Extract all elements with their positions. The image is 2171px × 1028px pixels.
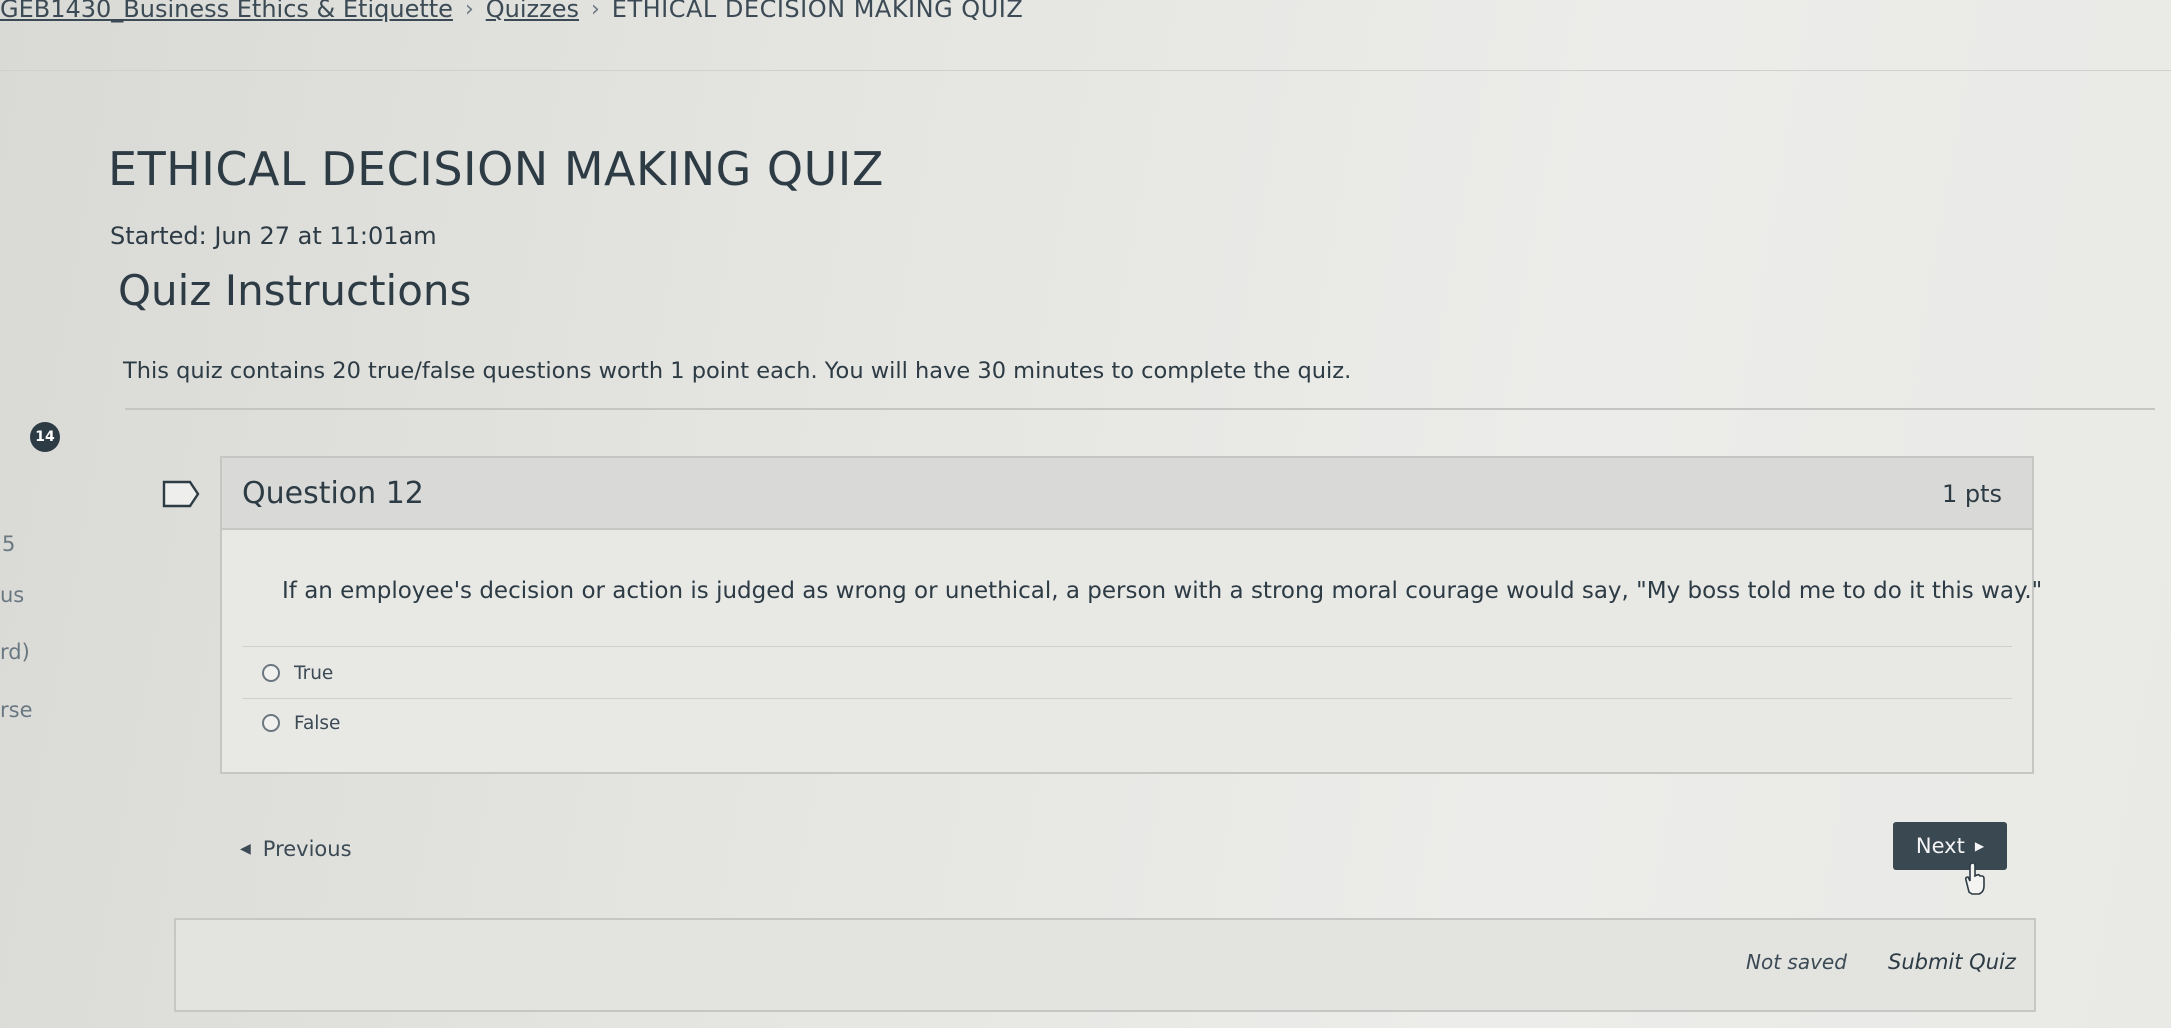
left-nav-item[interactable]: us [0, 583, 24, 607]
instructions-heading: Quiz Instructions [118, 266, 472, 315]
quiz-footer: Not saved Submit Quiz [174, 918, 2036, 1012]
save-status: Not saved [1746, 950, 1847, 974]
answer-label: False [294, 712, 341, 734]
answer-label: True [294, 662, 334, 684]
next-label: Next [1915, 834, 1965, 858]
previous-label: Previous [262, 837, 352, 861]
radio-button[interactable] [262, 714, 280, 732]
question-header: Question 12 1 pts [222, 458, 2032, 530]
breadcrumb-course-link[interactable]: GEB1430_Business Ethics & Etiquette [0, 0, 453, 23]
breadcrumb-quizzes-link[interactable]: Quizzes [486, 0, 579, 23]
previous-button[interactable]: ◀ Previous [240, 822, 390, 876]
breadcrumb-separator: › [590, 0, 600, 22]
answer-option-true[interactable]: True [262, 656, 333, 690]
left-nav-item[interactable]: rse [0, 698, 33, 722]
submit-quiz-button[interactable]: Submit Quiz [1882, 942, 2022, 982]
breadcrumb: GEB1430_Business Ethics & Etiquette › Qu… [0, 0, 1023, 24]
question-card: Question 12 1 pts If an employee's decis… [162, 456, 2042, 774]
breadcrumb-current[interactable]: ETHICAL DECISION MAKING QUIZ [612, 0, 1024, 23]
next-button[interactable]: Next ▶ [1893, 822, 2007, 870]
left-nav-item[interactable]: rd) [0, 640, 30, 664]
question-text: If an employee's decision or action is j… [282, 578, 2043, 604]
quiz-started-time: Started: Jun 27 at 11:01am [110, 222, 437, 250]
answer-option-false[interactable]: False [262, 706, 340, 740]
answer-divider [242, 698, 2012, 699]
header-divider [0, 70, 2171, 71]
question-points: 1 pts [1941, 480, 2002, 508]
question-title: Question 12 [242, 476, 424, 511]
instructions-divider [125, 408, 2155, 410]
hand-cursor-icon [1960, 862, 1988, 900]
answer-divider [242, 646, 2012, 647]
triangle-left-icon: ◀ [240, 841, 251, 857]
triangle-right-icon: ▶ [1974, 839, 1985, 853]
instructions-text: This quiz contains 20 true/false questio… [123, 358, 1352, 384]
page-title: ETHICAL DECISION MAKING QUIZ [108, 142, 884, 196]
flag-icon[interactable] [162, 480, 200, 512]
radio-button[interactable] [262, 664, 280, 682]
question-count-badge[interactable]: 14 [30, 422, 60, 452]
left-nav-item[interactable]: 5 [2, 532, 15, 556]
breadcrumb-separator: › [464, 0, 474, 22]
